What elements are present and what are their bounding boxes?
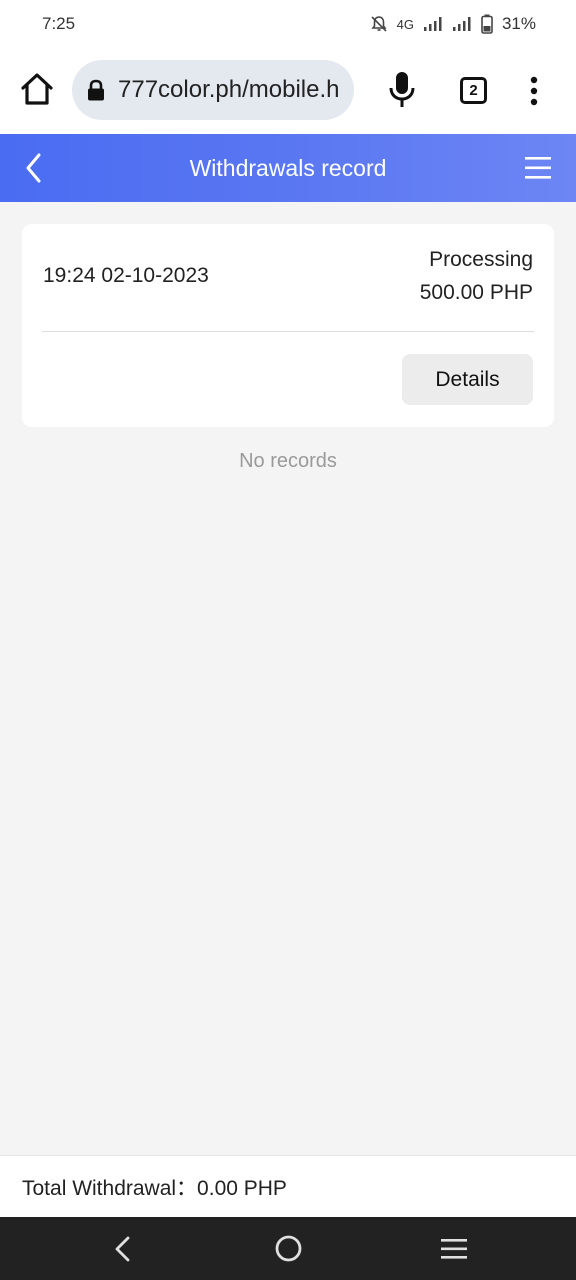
mic-icon[interactable] bbox=[388, 70, 416, 110]
nav-home-icon[interactable] bbox=[274, 1234, 303, 1263]
page-title: Withdrawals record bbox=[189, 155, 387, 181]
url-text: 777color.ph/mobile.h bbox=[118, 76, 340, 103]
nav-recent-icon[interactable] bbox=[439, 1237, 469, 1261]
status-time: 7:25 bbox=[42, 14, 76, 33]
battery-level: 31% bbox=[501, 14, 536, 33]
nav-back-icon[interactable] bbox=[110, 1234, 136, 1264]
lock-icon bbox=[88, 79, 104, 101]
tab-switcher-button[interactable]: 2 bbox=[460, 77, 487, 104]
record-datetime: 19:24 02-10-2023 bbox=[43, 264, 209, 287]
address-bar[interactable]: 777color.ph/mobile.h bbox=[72, 60, 354, 120]
signal-icon-2 bbox=[452, 17, 471, 31]
record-divider bbox=[42, 331, 534, 332]
withdrawal-record-card: 19:24 02-10-2023 Processing 500.00 PHP D… bbox=[22, 224, 554, 427]
back-arrow-icon[interactable] bbox=[20, 150, 48, 186]
signal-icon bbox=[423, 17, 442, 31]
total-withdrawal: Total Withdrawal：0.00 PHP bbox=[0, 1155, 576, 1217]
total-withdrawal-text: Total Withdrawal：0.00 PHP bbox=[22, 1176, 287, 1200]
record-amount: 500.00 PHP bbox=[419, 281, 533, 304]
details-button[interactable]: Details bbox=[402, 354, 533, 405]
home-icon[interactable] bbox=[20, 72, 54, 106]
no-records-text: No records bbox=[239, 450, 337, 472]
app-header: Withdrawals record bbox=[0, 134, 576, 202]
network-type: 4G bbox=[396, 16, 414, 32]
status-indicators: 4G 31% bbox=[370, 14, 536, 34]
system-nav-bar bbox=[0, 1217, 576, 1280]
battery-icon bbox=[481, 14, 493, 34]
status-bar: 7:25 4G 31% bbox=[0, 0, 576, 48]
hamburger-menu-icon[interactable] bbox=[522, 154, 554, 182]
browser-toolbar: 777color.ph/mobile.h 2 bbox=[0, 48, 576, 134]
more-vert-icon[interactable] bbox=[526, 76, 542, 106]
record-status: Processing bbox=[429, 248, 533, 271]
mute-bell-icon bbox=[371, 16, 387, 32]
